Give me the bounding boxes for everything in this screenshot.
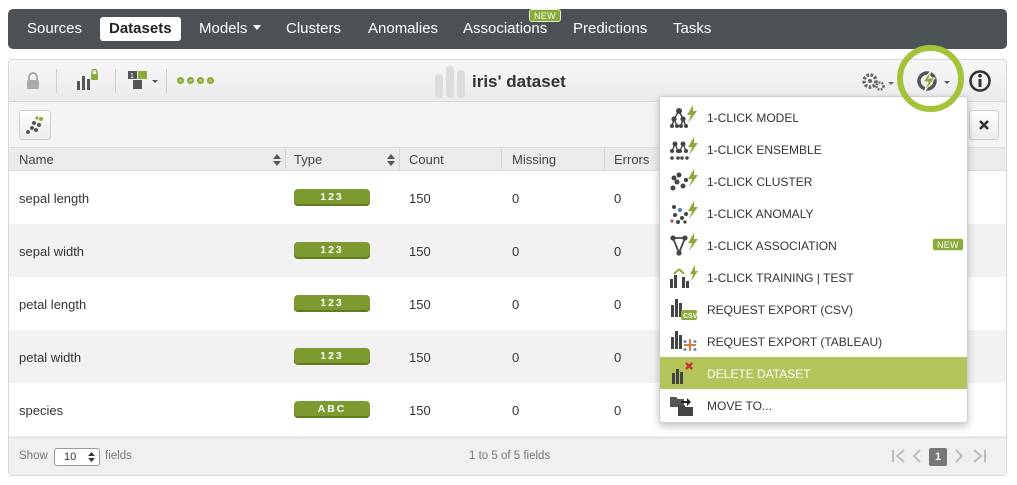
- sort-icon[interactable]: [387, 154, 395, 166]
- gear-icon[interactable]: [861, 70, 897, 92]
- nav-sources[interactable]: Sources: [18, 17, 91, 41]
- field-count: 150: [409, 244, 431, 259]
- field-name[interactable]: petal width: [19, 350, 81, 365]
- lock-icon[interactable]: [26, 72, 40, 90]
- menu-item-1-click-anomaly[interactable]: 1-CLICK ANOMALY: [660, 197, 967, 229]
- association-icon: [670, 233, 698, 256]
- training-test-icon: [670, 265, 698, 288]
- type-numeric-badge: 123: [294, 348, 370, 365]
- sort-icon[interactable]: [273, 154, 281, 166]
- field-missing: 0: [512, 297, 520, 312]
- top-nav: Sources Datasets Models Clusters Anomali…: [8, 9, 1007, 49]
- menu-item-1-click-association[interactable]: 1-CLICK ASSOCIATION NEW: [660, 229, 967, 261]
- field-count: 150: [409, 297, 431, 312]
- type-categorical-badge: ABC: [294, 401, 370, 418]
- type-numeric-badge: 123: [294, 295, 370, 312]
- menu-item-request-export-tableau[interactable]: REQUEST EXPORT (TABLEAU): [660, 325, 967, 357]
- type-filter-icon[interactable]: 1: [127, 70, 159, 90]
- nav-models[interactable]: Models: [190, 17, 270, 41]
- nav-datasets[interactable]: Datasets: [100, 17, 181, 41]
- stepper-icon: [88, 452, 95, 462]
- next-page-icon[interactable]: [953, 449, 965, 463]
- new-badge: NEW: [529, 9, 561, 22]
- new-badge: NEW: [932, 238, 964, 251]
- menu-item-1-click-cluster[interactable]: 1-CLICK CLUSTER: [660, 165, 967, 197]
- ensemble-icon: [670, 137, 698, 160]
- close-icon: [979, 120, 989, 130]
- svg-text:1: 1: [130, 73, 134, 80]
- anomaly-icon: [670, 201, 698, 224]
- export-csv-icon: CSV: [671, 299, 698, 320]
- field-name[interactable]: sepal length: [19, 191, 89, 206]
- field-stats-icon[interactable]: [76, 69, 100, 91]
- show-label: Show: [19, 450, 48, 462]
- dataset-icon: [435, 66, 465, 98]
- menu-item-1-click-training-test[interactable]: 1-CLICK TRAINING | TEST: [660, 261, 967, 293]
- field-count: 150: [409, 191, 431, 206]
- menu-item-request-export-csv[interactable]: CSV REQUEST EXPORT (CSV): [660, 293, 967, 325]
- table-footer: Show 10 fields 1 to 5 of 5 fields 1: [9, 437, 1006, 475]
- menu-item-1-click-ensemble[interactable]: 1-CLICK ENSEMBLE: [660, 133, 967, 165]
- field-errors: 0: [614, 350, 622, 365]
- first-page-icon[interactable]: [891, 449, 907, 463]
- info-icon[interactable]: [968, 69, 992, 93]
- column-missing-header[interactable]: Missing: [512, 152, 556, 167]
- type-numeric-badge: 123: [294, 242, 370, 259]
- field-errors: 0: [614, 191, 622, 206]
- nav-tasks[interactable]: Tasks: [664, 17, 720, 41]
- field-name[interactable]: sepal width: [19, 244, 84, 259]
- svg-text:CSV: CSV: [683, 313, 698, 320]
- fields-label: fields: [105, 450, 132, 462]
- cluster-icon: [670, 169, 698, 191]
- nav-clusters[interactable]: Clusters: [277, 17, 350, 41]
- field-errors: 0: [614, 403, 622, 418]
- menu-item-delete-dataset[interactable]: DELETE DATASET: [660, 357, 967, 389]
- page-title: iris' dataset: [472, 72, 566, 91]
- column-errors-header[interactable]: Errors: [614, 152, 649, 167]
- field-count: 150: [409, 403, 431, 418]
- last-page-icon[interactable]: [971, 449, 987, 463]
- field-name[interactable]: petal length: [19, 297, 86, 312]
- field-errors: 0: [614, 244, 622, 259]
- nav-anomalies[interactable]: Anomalies: [359, 17, 447, 41]
- menu-item-move-to[interactable]: MOVE TO...: [660, 389, 967, 421]
- model-tree-icon: [670, 105, 697, 128]
- type-numeric-badge: 123: [294, 189, 370, 206]
- field-missing: 0: [512, 191, 520, 206]
- range-text: 1 to 5 of 5 fields: [469, 450, 551, 462]
- field-name[interactable]: species: [19, 403, 63, 418]
- highlight-ring: [897, 45, 964, 112]
- field-missing: 0: [512, 350, 520, 365]
- scatter-icon: [26, 116, 43, 134]
- nav-predictions[interactable]: Predictions: [564, 17, 656, 41]
- chevron-down-icon: [253, 25, 262, 30]
- field-missing: 0: [512, 244, 520, 259]
- field-errors: 0: [614, 297, 622, 312]
- page-size-select[interactable]: 10: [54, 448, 100, 466]
- close-filter-button[interactable]: [969, 110, 999, 140]
- prev-page-icon[interactable]: [911, 449, 923, 463]
- column-name-header[interactable]: Name: [19, 152, 54, 167]
- column-count-header[interactable]: Count: [409, 152, 444, 167]
- field-count: 150: [409, 350, 431, 365]
- move-to-icon: [670, 397, 693, 416]
- current-page[interactable]: 1: [929, 448, 947, 466]
- one-click-menu: 1-CLICK MODEL 1-CLICK ENSEMBLE 1-CLICK C…: [659, 96, 968, 423]
- field-filter-button[interactable]: [19, 110, 51, 140]
- delete-dataset-icon: [672, 362, 693, 384]
- field-missing: 0: [512, 403, 520, 418]
- column-type-header[interactable]: Type: [294, 152, 322, 167]
- export-tableau-icon: [671, 331, 697, 351]
